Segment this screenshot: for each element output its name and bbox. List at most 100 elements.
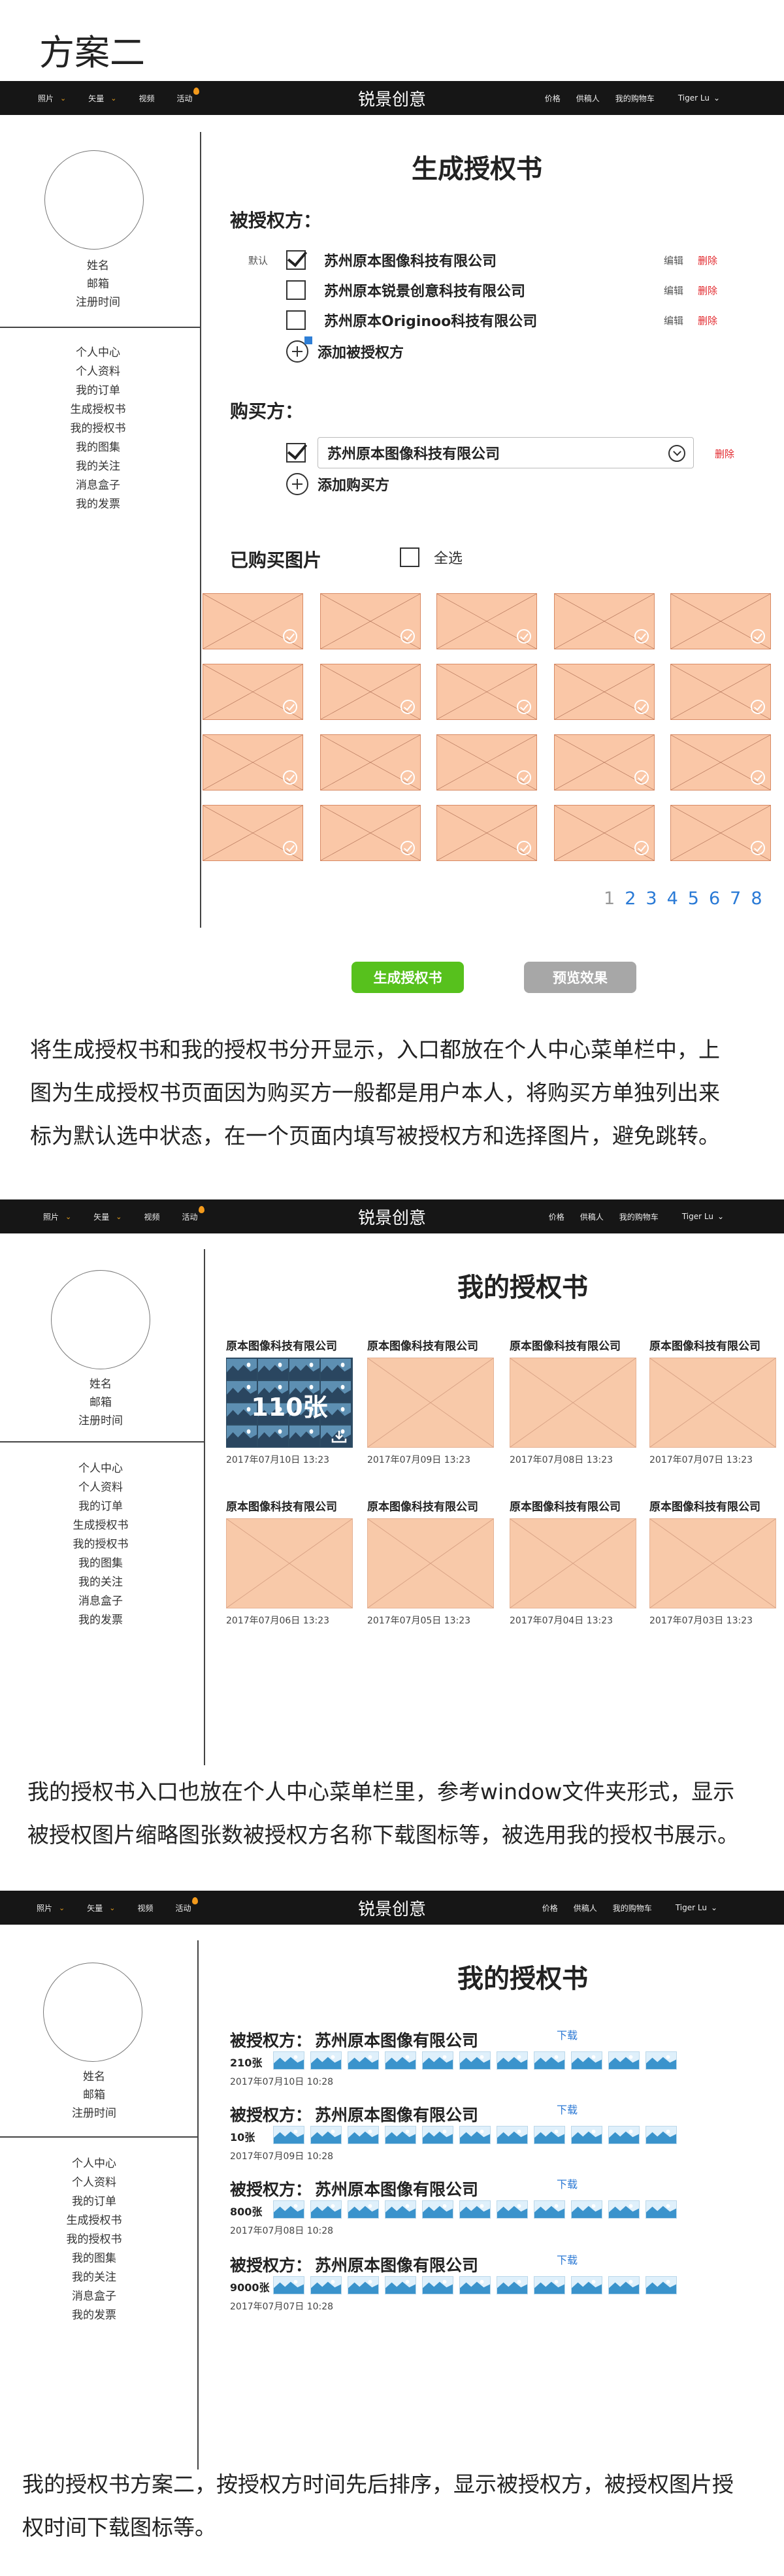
check-circle-icon[interactable] xyxy=(517,841,531,855)
image-thumbnail[interactable] xyxy=(422,2126,453,2144)
nav-photos[interactable]: 照片 ⌄ xyxy=(38,93,66,104)
sidebar-item-follows[interactable]: 我的关注 xyxy=(3,1573,199,1592)
image-thumbnail[interactable] xyxy=(571,2051,602,2070)
nav-contributors[interactable]: 供稿人 xyxy=(580,1211,604,1222)
sidebar-item-profile[interactable]: 个人资料 xyxy=(0,363,196,382)
image-thumbnail[interactable] xyxy=(436,805,537,861)
check-circle-icon[interactable] xyxy=(634,629,649,644)
avatar[interactable] xyxy=(51,1270,150,1369)
nav-cart[interactable]: 我的购物车 xyxy=(613,1902,652,1914)
edit-link[interactable]: 编辑 xyxy=(664,314,683,327)
brand-logo[interactable]: 锐景创意 xyxy=(358,1205,426,1229)
sidebar-item-invoices[interactable]: 我的发票 xyxy=(0,495,196,514)
image-thumbnail[interactable] xyxy=(608,2200,640,2219)
image-thumbnail[interactable] xyxy=(310,2200,342,2219)
nav-vector[interactable]: 矢量 ⌄ xyxy=(87,1902,115,1914)
select-all-checkbox[interactable] xyxy=(400,547,419,567)
image-thumbnail[interactable] xyxy=(436,734,537,791)
image-thumbnail[interactable] xyxy=(459,2051,491,2070)
image-thumbnail[interactable] xyxy=(348,2200,379,2219)
nav-video[interactable]: 视频 xyxy=(139,93,154,104)
page-4[interactable]: 4 xyxy=(667,889,678,909)
page-2[interactable]: 2 xyxy=(625,889,636,909)
sidebar-item-messages[interactable]: 消息盒子 xyxy=(3,1592,199,1611)
licensee-checkbox[interactable] xyxy=(286,310,306,330)
nav-vector[interactable]: 矢量 ⌄ xyxy=(93,1211,122,1222)
sidebar-item-orders[interactable]: 我的订单 xyxy=(3,1497,199,1516)
sidebar-item-invoices[interactable]: 我的发票 xyxy=(3,1611,199,1630)
license-thumbnail[interactable] xyxy=(226,1518,353,1608)
nav-cart[interactable]: 我的购物车 xyxy=(615,93,655,104)
sidebar-item-follows[interactable]: 我的关注 xyxy=(0,457,196,476)
image-thumbnail[interactable] xyxy=(348,2051,379,2070)
buyer-checkbox[interactable] xyxy=(286,443,306,463)
image-thumbnail[interactable] xyxy=(273,2126,304,2144)
image-thumbnail[interactable] xyxy=(670,805,771,861)
image-thumbnail[interactable] xyxy=(422,2200,453,2219)
avatar[interactable] xyxy=(43,1963,142,2062)
image-thumbnail[interactable] xyxy=(554,805,655,861)
check-circle-icon[interactable] xyxy=(517,700,531,714)
nav-activity[interactable]: 活动 xyxy=(175,1897,198,1914)
nav-photos[interactable]: 照片 ⌄ xyxy=(43,1211,71,1222)
image-thumbnail[interactable] xyxy=(385,2200,416,2219)
license-thumbnail[interactable] xyxy=(649,1518,776,1608)
image-thumbnail[interactable] xyxy=(273,2051,304,2070)
image-thumbnail[interactable] xyxy=(608,2276,640,2294)
check-circle-icon[interactable] xyxy=(283,629,297,644)
image-thumbnail[interactable] xyxy=(348,2126,379,2144)
delete-link[interactable]: 删除 xyxy=(715,447,734,461)
image-thumbnail[interactable] xyxy=(385,2126,416,2144)
page-8[interactable]: 8 xyxy=(751,889,762,909)
image-thumbnail[interactable] xyxy=(422,2051,453,2070)
image-thumbnail[interactable] xyxy=(497,2126,528,2144)
image-thumbnail[interactable] xyxy=(554,593,655,649)
sidebar-item-licenses[interactable]: 我的授权书 xyxy=(3,1535,199,1554)
nav-pricing[interactable]: 价格 xyxy=(549,1211,564,1222)
check-circle-icon[interactable] xyxy=(283,841,297,855)
image-thumbnail[interactable] xyxy=(459,2276,491,2294)
nav-activity[interactable]: 活动 xyxy=(182,1205,204,1222)
check-circle-icon[interactable] xyxy=(283,700,297,714)
image-thumbnail[interactable] xyxy=(273,2200,304,2219)
license-thumbnail[interactable] xyxy=(367,1358,494,1448)
image-thumbnail[interactable] xyxy=(459,2200,491,2219)
delete-link[interactable]: 删除 xyxy=(698,314,717,327)
image-thumbnail[interactable] xyxy=(670,734,771,791)
image-thumbnail[interactable] xyxy=(670,593,771,649)
page-3[interactable]: 3 xyxy=(645,889,657,909)
download-link[interactable]: 下载 xyxy=(557,2176,578,2191)
sidebar-item-center[interactable]: 个人中心 xyxy=(0,344,196,363)
licensee-checkbox[interactable] xyxy=(286,280,306,300)
nav-video[interactable]: 视频 xyxy=(144,1211,159,1222)
image-thumbnail[interactable] xyxy=(310,2051,342,2070)
preview-button[interactable]: 预览效果 xyxy=(524,962,636,993)
image-thumbnail[interactable] xyxy=(497,2276,528,2294)
check-circle-icon[interactable] xyxy=(283,770,297,785)
user-menu[interactable]: Tiger Lu ⌄ xyxy=(676,1903,717,1912)
brand-logo[interactable]: 锐景创意 xyxy=(358,86,426,110)
image-thumbnail[interactable] xyxy=(320,734,421,791)
image-thumbnail[interactable] xyxy=(645,2126,677,2144)
check-circle-icon[interactable] xyxy=(634,770,649,785)
page-1[interactable]: 1 xyxy=(604,889,615,909)
image-thumbnail[interactable] xyxy=(645,2200,677,2219)
sidebar-item-generate[interactable]: 生成授权书 xyxy=(3,1516,199,1535)
nav-activity[interactable]: 活动 xyxy=(176,87,199,104)
sidebar-item-invoices[interactable]: 我的发票 xyxy=(0,2306,192,2325)
image-thumbnail[interactable] xyxy=(348,2276,379,2294)
delete-link[interactable]: 删除 xyxy=(698,284,717,297)
sidebar-item-generate[interactable]: 生成授权书 xyxy=(0,2211,192,2230)
check-circle-icon[interactable] xyxy=(517,629,531,644)
image-thumbnail[interactable] xyxy=(497,2200,528,2219)
check-circle-icon[interactable] xyxy=(634,841,649,855)
nav-pricing[interactable]: 价格 xyxy=(542,1902,558,1914)
image-thumbnail[interactable] xyxy=(422,2276,453,2294)
image-thumbnail[interactable] xyxy=(320,664,421,720)
page-6[interactable]: 6 xyxy=(709,889,720,909)
image-thumbnail[interactable] xyxy=(670,664,771,720)
check-circle-icon[interactable] xyxy=(400,841,415,855)
download-link[interactable]: 下载 xyxy=(557,2027,578,2042)
image-thumbnail[interactable] xyxy=(203,734,303,791)
nav-cart[interactable]: 我的购物车 xyxy=(619,1211,659,1222)
